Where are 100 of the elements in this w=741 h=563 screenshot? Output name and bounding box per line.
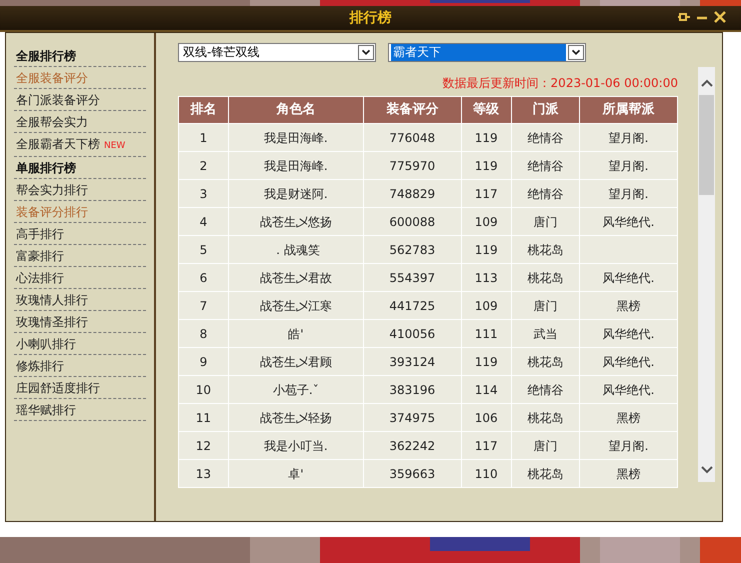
table-cell: 望月阁. [580, 180, 678, 208]
scroll-thumb[interactable] [699, 95, 714, 195]
table-cell: 卓' [228, 460, 364, 488]
table-cell: 5 [178, 236, 228, 264]
table-cell: 望月阁. [580, 432, 678, 460]
table-cell: 13 [178, 460, 228, 488]
table-cell: 441725 [363, 292, 462, 320]
column-header: 装备评分 [363, 96, 462, 124]
table-cell: 我是小叮当. [228, 432, 364, 460]
table-cell: 2 [178, 152, 228, 180]
table-cell: 小苞子.ˇ [228, 376, 364, 404]
table-cell: 106 [461, 404, 512, 432]
sidebar-item[interactable]: 全服帮会实力 [14, 111, 146, 133]
table-cell: 111 [461, 320, 512, 348]
sidebar-item[interactable]: 富豪排行 [14, 245, 146, 267]
table-cell: 风华绝代. [580, 320, 678, 348]
table-cell: 119 [461, 152, 512, 180]
table-cell: 110 [461, 460, 512, 488]
sidebar-item[interactable]: 各门派装备评分 [14, 89, 146, 111]
table-cell: 唐门 [511, 292, 580, 320]
table-cell: 362242 [363, 432, 462, 460]
table-cell: 3 [178, 180, 228, 208]
table-cell: 桃花岛 [511, 348, 580, 376]
table-cell: 风华绝代. [580, 348, 678, 376]
table-cell: 7 [178, 292, 228, 320]
table-cell: 119 [461, 236, 512, 264]
table-cell: 战苍生乄君故 [228, 264, 364, 292]
table-cell: 绝情谷 [511, 124, 580, 152]
sidebar-item[interactable]: 小喇叭排行 [14, 333, 146, 355]
table-cell: 桃花岛 [511, 236, 580, 264]
table-cell: 望月阁. [580, 124, 678, 152]
table-cell: 393124 [363, 348, 462, 376]
column-header: 所属帮派 [580, 96, 678, 124]
table-cell: 359663 [363, 460, 462, 488]
table-cell: 119 [461, 348, 512, 376]
column-header: 等级 [461, 96, 512, 124]
table-cell: 我是财迷阿. [228, 180, 364, 208]
table-cell: 皓' [228, 320, 364, 348]
table-cell: 113 [461, 264, 512, 292]
table-cell: 562783 [363, 236, 462, 264]
window-title: 排行榜 [350, 9, 392, 27]
table-cell: 12 [178, 432, 228, 460]
table-cell: 114 [461, 376, 512, 404]
scrollbar[interactable] [698, 67, 715, 482]
sidebar-heading: 全服排行榜 [14, 45, 146, 67]
table-cell: 9 [178, 348, 228, 376]
sidebar-item[interactable]: 心法排行 [14, 267, 146, 289]
table-cell: 风华绝代. [580, 208, 678, 236]
sidebar-item[interactable]: 瑶华赋排行 [14, 399, 146, 421]
table-cell: 4 [178, 208, 228, 236]
update-time: 数据最后更新时间：2023-01-06 00:00:00 [442, 75, 678, 92]
scroll-down-icon[interactable] [700, 466, 712, 474]
table-cell: 绝情谷 [511, 376, 580, 404]
table-cell: 117 [461, 432, 512, 460]
column-header: 门派 [511, 96, 580, 124]
table-cell: 武当 [511, 320, 580, 348]
table-cell: 109 [461, 292, 512, 320]
sidebar-item[interactable]: 帮会实力排行 [14, 179, 146, 201]
table-cell: 748829 [363, 180, 462, 208]
table-cell: 775970 [363, 152, 462, 180]
sidebar-item[interactable]: 修炼排行 [14, 355, 146, 377]
table-cell: 600088 [363, 208, 462, 236]
sidebar-item[interactable]: 玫瑰情人排行 [14, 289, 146, 311]
table-cell: 1 [178, 124, 228, 152]
table-cell: 战苍生乄江寒 [228, 292, 364, 320]
table-cell: 风华绝代. [580, 264, 678, 292]
table-cell: 11 [178, 404, 228, 432]
table-cell: 风华绝代. [580, 376, 678, 404]
table-cell: 桃花岛 [511, 264, 580, 292]
table-cell: 109 [461, 208, 512, 236]
column-header: 角色名 [228, 96, 364, 124]
table-cell: 554397 [363, 264, 462, 292]
table-cell: 黑榜 [580, 404, 678, 432]
pin-icon[interactable] [677, 10, 691, 24]
table-cell: 119 [461, 124, 512, 152]
table-cell: 776048 [363, 124, 462, 152]
table-cell: 唐门 [511, 432, 580, 460]
table-cell: 桃花岛 [511, 460, 580, 488]
sidebar-item[interactable]: 高手排行 [14, 223, 146, 245]
table-cell: 我是田海峰. [228, 124, 364, 152]
table-cell: 黑榜 [580, 460, 678, 488]
table-cell: 117 [461, 180, 512, 208]
table-cell: 桃花岛 [511, 404, 580, 432]
new-label: NEW [104, 141, 126, 151]
dropdown[interactable]: 霸者天下 [388, 43, 586, 62]
sidebar-item[interactable]: 玫瑰情圣排行 [14, 311, 146, 333]
table-cell: 383196 [363, 376, 462, 404]
table-cell: 望月阁. [580, 152, 678, 180]
sidebar-item[interactable]: 全服霸者天下榜 NEW [14, 133, 146, 157]
table-cell: 绝情谷 [511, 180, 580, 208]
scroll-up-icon[interactable] [700, 79, 712, 87]
dropdown[interactable]: 双线-锋芒双线 [178, 43, 376, 62]
table-cell: 410056 [363, 320, 462, 348]
table-cell: 战苍生乄悠扬 [228, 208, 364, 236]
close-icon[interactable] [713, 10, 727, 24]
table-cell: 黑榜 [580, 292, 678, 320]
table-cell: 8 [178, 320, 228, 348]
sidebar-item[interactable]: 庄园舒适度排行 [14, 377, 146, 399]
table-cell: 6 [178, 264, 228, 292]
table-cell: 唐门 [511, 208, 580, 236]
